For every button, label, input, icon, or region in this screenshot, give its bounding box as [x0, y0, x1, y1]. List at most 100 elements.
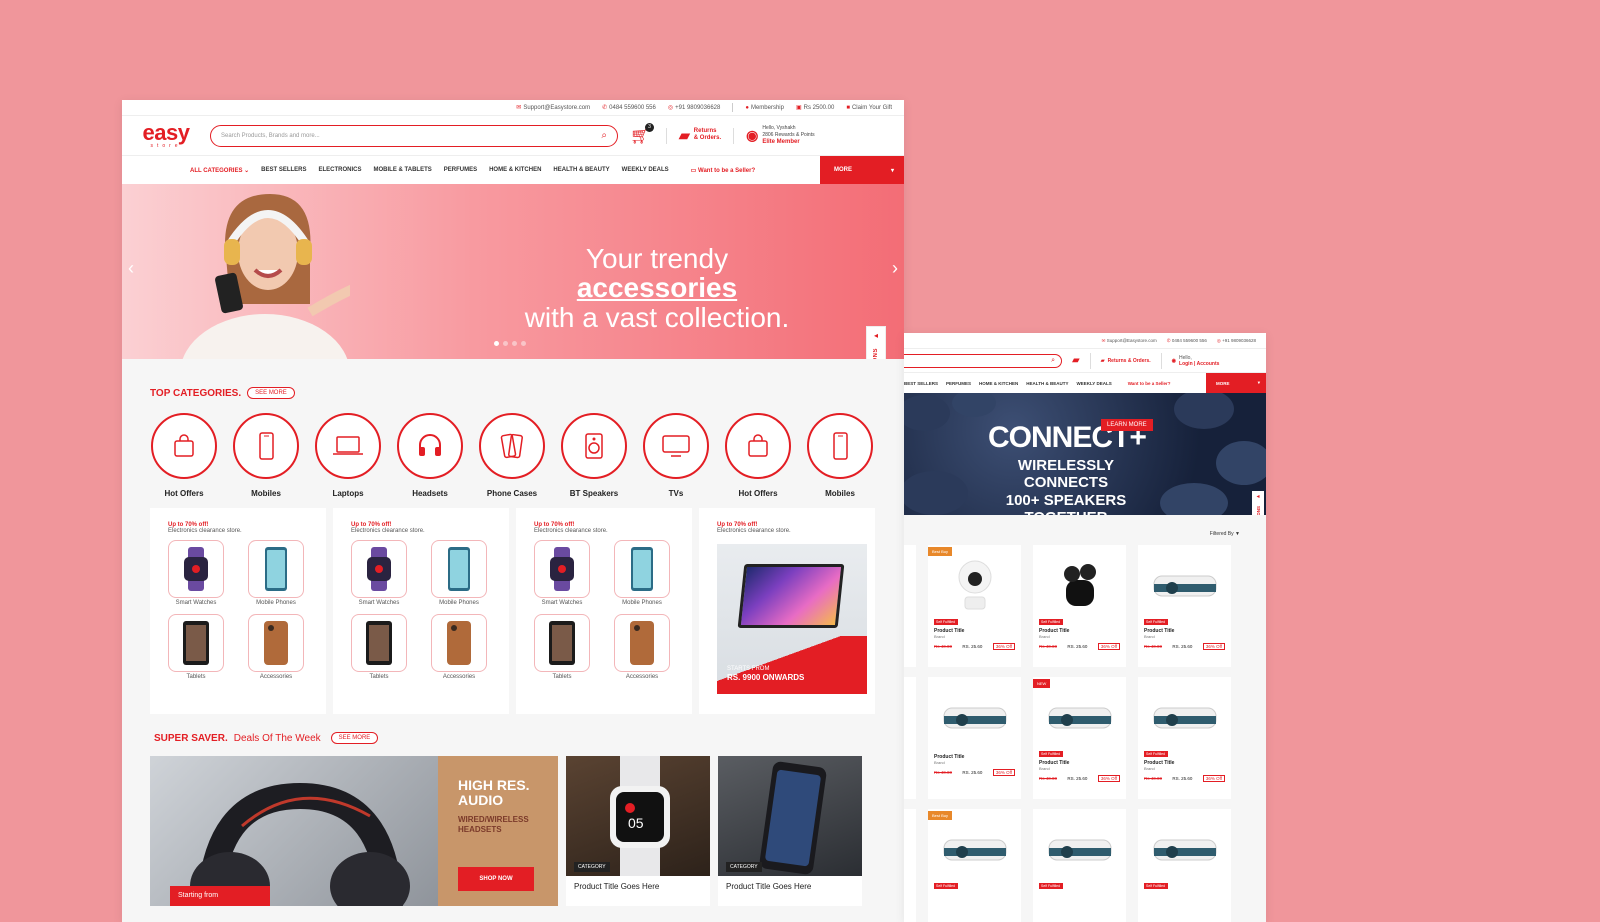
deal-feature-card[interactable]: Starting from HIGH RES. AUDIO WIRED/WIREL…	[150, 756, 558, 906]
nav-item[interactable]: HEALTH & BEAUTY	[1026, 381, 1068, 386]
category-item[interactable]: Mobiles	[806, 413, 874, 498]
product-card[interactable]: Self Fulfilled Product Title Brand Rs 40.00…	[1138, 677, 1231, 799]
category-item[interactable]: Mobiles	[232, 413, 300, 498]
divider	[1089, 352, 1091, 369]
search-icon[interactable]: ⌕	[601, 130, 607, 141]
category-item[interactable]: Hot Offers	[150, 413, 218, 498]
promo-tile[interactable]: Smart Watches	[168, 540, 228, 606]
category-item[interactable]: Headsets	[396, 413, 464, 498]
promo-card[interactable]: Up to 70% off! Electronics clearance sto…	[516, 508, 692, 714]
product-card[interactable]: Self Fulfilled Product Title Brand Rs 40.00…	[1033, 545, 1126, 667]
promo-tile[interactable]: Tablets	[534, 614, 594, 680]
cart-button[interactable]: 🛒︎ 3	[630, 122, 654, 146]
phone-case-image	[447, 621, 471, 665]
category-item[interactable]: Hot Offers	[724, 413, 792, 498]
carousel-dot[interactable]	[494, 341, 499, 346]
product-card[interactable]: Best Buy Self Fulfilled	[928, 809, 1021, 922]
product-card[interactable]: NEW Self Fulfilled Product Title Brand Rs 40…	[1033, 677, 1126, 799]
cart-icon[interactable]: ▰	[1072, 355, 1080, 366]
carousel-dot[interactable]	[503, 341, 508, 346]
promo-tile[interactable]: Accessories	[248, 614, 308, 680]
deal-card[interactable]: CATEGORY Product Title Goes Here	[718, 756, 862, 906]
category-item[interactable]: BT Speakers	[560, 413, 628, 498]
promo-card[interactable]: Up to 70% off! Electronics clearance sto…	[150, 508, 326, 714]
product-card-partial[interactable]	[904, 809, 916, 922]
see-more-button[interactable]: SEE MORE	[330, 732, 379, 744]
nav-item-electronics[interactable]: ELECTRONICS	[319, 167, 362, 173]
email-link[interactable]: ✉ Support@Easystore.com	[1102, 338, 1157, 344]
phone-link[interactable]: ✆ 0484 559600 556	[1167, 338, 1207, 344]
wallet-link[interactable]: ▣ Rs 2500.00	[796, 104, 834, 111]
category-item[interactable]: Laptops	[314, 413, 382, 498]
product-card[interactable]: Self Fulfilled	[1033, 809, 1126, 922]
whatsapp-link[interactable]: ◎ +91 9809036628	[668, 104, 720, 111]
deal-card[interactable]: 05 CATEGORY Product Title Goes Here	[566, 756, 710, 906]
returns-orders-link[interactable]: ▰ Returns & Orders.	[679, 127, 721, 144]
nav-item[interactable]: PERFUMES	[946, 381, 971, 386]
more-menu-button[interactable]: MORE ▾	[820, 156, 904, 184]
promo-tile[interactable]: Smart Watches	[534, 540, 594, 606]
see-more-button[interactable]: SEE MORE	[247, 387, 295, 399]
fulfilled-badge: Self Fulfilled	[1144, 751, 1168, 757]
promo-tile[interactable]: Accessories	[431, 614, 491, 680]
search-input[interactable]: Search Products, Brands and more... ⌕	[210, 124, 618, 147]
promo-tile[interactable]: Smart Watches	[351, 540, 411, 606]
promo-card-laptop[interactable]: Up to 70% off! Electronics clearance sto…	[699, 508, 875, 714]
nav-item-weekly-deals[interactable]: WEEKLY DEALS	[622, 167, 669, 173]
promo-tile[interactable]: Tablets	[168, 614, 228, 680]
category-item[interactable]: TVs	[642, 413, 710, 498]
tablet-image	[366, 621, 392, 665]
promo-tile[interactable]: Mobile Phones	[248, 540, 308, 606]
promo-tile[interactable]: Tablets	[351, 614, 411, 680]
old-price: Rs 40.00	[1039, 644, 1058, 649]
nav-item[interactable]: WEEKLY DEALS	[1076, 381, 1111, 386]
membership-link[interactable]: ● Membership	[745, 105, 784, 111]
product-card[interactable]: Self Fulfilled Product Title Brand Rs 40.00…	[1138, 545, 1231, 667]
current-price: RS. 25.60	[1067, 776, 1088, 781]
carousel-prev-icon[interactable]: ‹	[128, 258, 134, 279]
logo[interactable]: easy store	[134, 122, 198, 149]
all-categories-dropdown[interactable]: ALL CATEGORIES ⌄	[190, 167, 249, 174]
product-card[interactable]: Self Fulfilled	[1138, 809, 1231, 922]
nav-item[interactable]: HOME & KITCHEN	[979, 381, 1018, 386]
super-saver-header: SUPER SAVER. Deals Of The Week SEE MORE	[150, 732, 876, 744]
bag-icon	[174, 434, 194, 457]
search-icon[interactable]: ⌕	[1051, 357, 1055, 365]
speaker-banner: CONNECT+ LEARN MORE WIRELESSLY CONNECTS 1…	[904, 393, 1266, 515]
product-card[interactable]: Product Title Brand Rs 40.00 RS. 25.60 36% O…	[928, 677, 1021, 799]
gift-link[interactable]: ■ Claim Your Gift	[846, 105, 892, 111]
account-menu[interactable]: ◉ Hello, Vyshakh 2806 Rewards & Points E…	[746, 125, 814, 147]
nav-item-health-beauty[interactable]: HEALTH & BEAUTY	[553, 167, 609, 173]
promo-tile[interactable]: Mobile Phones	[614, 540, 674, 606]
email-link[interactable]: ✉ Support@Easystore.com	[516, 104, 590, 111]
nav-item-mobile-tablets[interactable]: MOBILE & TABLETS	[374, 167, 432, 173]
search-input[interactable]: ⌕	[904, 353, 1062, 368]
nav-item[interactable]: BEST SELLERS	[904, 381, 938, 386]
promo-tile[interactable]: Mobile Phones	[431, 540, 491, 606]
nav-item-home-kitchen[interactable]: HOME & KITCHEN	[489, 167, 541, 173]
account-menu[interactable]: ◉ Hello, Login | Accounts	[1172, 355, 1220, 367]
returns-orders-link[interactable]: ▰ Returns & Orders.	[1101, 358, 1151, 364]
smartwatch-image	[184, 547, 208, 591]
product-card-partial[interactable]	[904, 545, 916, 667]
smartphone-photo	[759, 761, 827, 875]
more-menu-button[interactable]: MORE ▾	[1206, 373, 1266, 393]
nav-item-best-sellers[interactable]: BEST SELLERS	[261, 167, 306, 173]
promo-card[interactable]: Up to 70% off! Electronics clearance sto…	[333, 508, 509, 714]
carousel-dot[interactable]	[521, 341, 526, 346]
carousel-dot[interactable]	[512, 341, 517, 346]
filter-button[interactable]: Filtered By ▼	[1210, 531, 1240, 537]
whatsapp-link[interactable]: ◎ +91 9809036628	[1217, 338, 1256, 344]
carousel-next-icon[interactable]: ›	[892, 258, 898, 279]
become-seller-link[interactable]: Want to be a Seller?	[1128, 381, 1171, 386]
promo-tile[interactable]: Accessories	[614, 614, 674, 680]
become-seller-link[interactable]: ▭ Want to be a Seller?	[691, 167, 755, 174]
product-card[interactable]: Best Buy Self Fulfilled Product Title Brand…	[928, 545, 1021, 667]
shop-now-button[interactable]: SHOP NOW	[458, 866, 534, 891]
learn-more-button[interactable]: LEARN MORE	[1101, 419, 1153, 431]
product-card-partial[interactable]	[904, 677, 916, 799]
category-item[interactable]: Phone Cases	[478, 413, 546, 498]
nav-item-perfumes[interactable]: PERFUMES	[444, 167, 477, 173]
phone-link[interactable]: ✆ 0484 559600 556	[602, 104, 656, 111]
headset-photo	[190, 782, 410, 906]
